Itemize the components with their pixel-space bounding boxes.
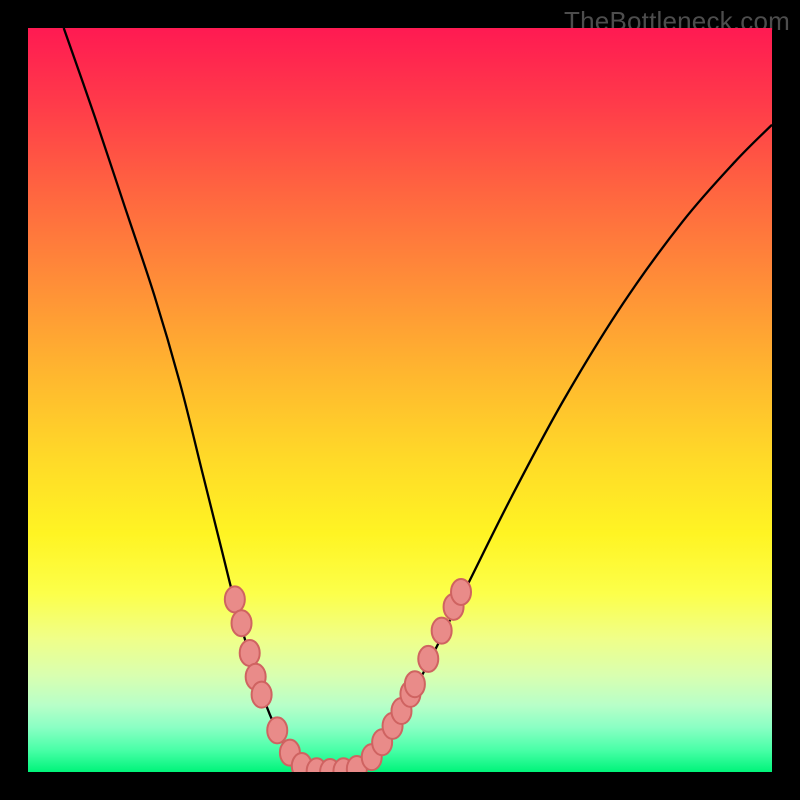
curve-marker — [451, 579, 471, 605]
curve-marker — [232, 610, 252, 636]
curve-marker — [240, 640, 260, 666]
curve-marker — [432, 618, 452, 644]
curve-marker — [252, 682, 272, 708]
curve-marker — [225, 586, 245, 612]
curve-marker — [405, 671, 425, 697]
curve-markers — [225, 579, 471, 772]
curve-svg — [28, 28, 772, 772]
curve-marker — [418, 646, 438, 672]
curve-marker — [267, 717, 287, 743]
chart-frame: TheBottleneck.com — [0, 0, 800, 800]
plot-area — [28, 28, 772, 772]
